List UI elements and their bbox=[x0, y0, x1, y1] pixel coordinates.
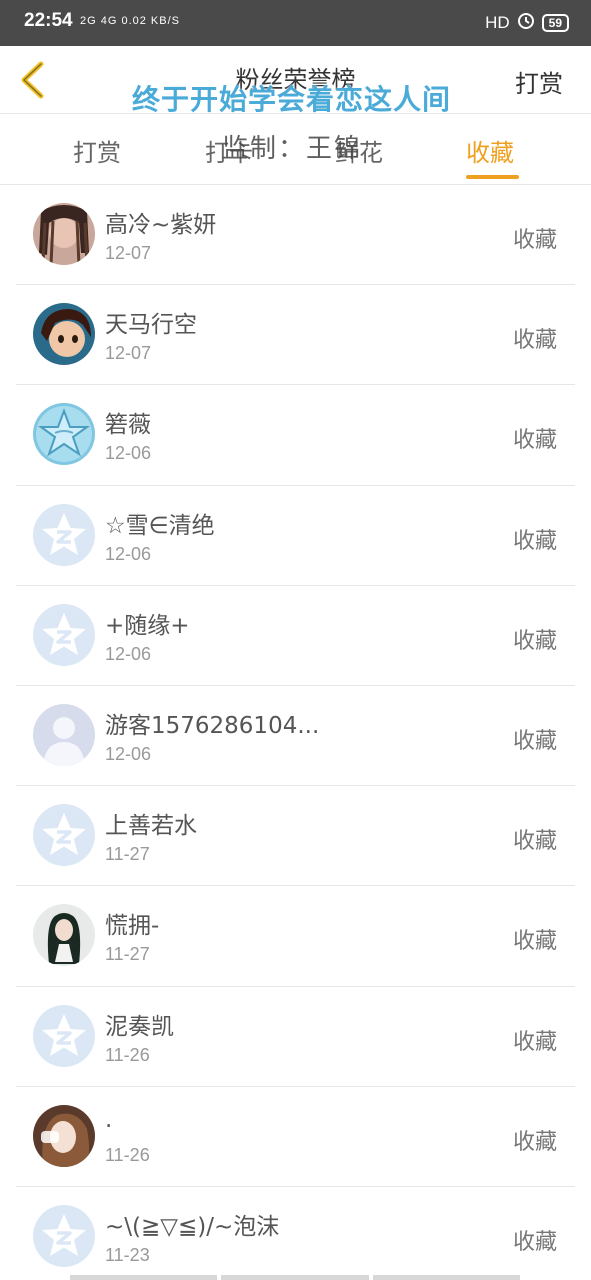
user-name: . bbox=[105, 1106, 113, 1133]
user-name: +随缘+ bbox=[105, 612, 190, 639]
scroll-indicator bbox=[70, 1275, 520, 1280]
favorite-label: 收藏 bbox=[512, 1129, 557, 1155]
user-name: 游客1576286104... bbox=[105, 712, 320, 739]
status-bar: 22:54 2G 4G 0.02 KB/S HD 59 bbox=[0, 0, 591, 46]
video-caption: 终于开始学会着恋这人间 bbox=[132, 83, 452, 116]
favorite-label: 收藏 bbox=[512, 428, 557, 454]
item-date: 11-27 bbox=[105, 944, 150, 965]
user-name: ~\(≧▽≦)/~泡沫 bbox=[105, 1213, 280, 1240]
avatar[interactable] bbox=[33, 1104, 95, 1167]
video-credit: 监制：王锦 bbox=[222, 134, 363, 164]
avatar[interactable] bbox=[33, 1004, 95, 1067]
user-name: 慌拥- bbox=[105, 913, 160, 940]
list-item[interactable]: 上善若水 11-27 收藏 bbox=[0, 786, 591, 887]
list-item[interactable]: 高冷~紫妍 12-07 收藏 bbox=[0, 185, 591, 286]
list-item[interactable]: 箬薇 12-06 收藏 bbox=[0, 385, 591, 486]
list-item[interactable]: +随缘+ 12-06 收藏 bbox=[0, 586, 591, 686]
user-name: ☆雪∈清绝 bbox=[105, 512, 215, 539]
favorite-label: 收藏 bbox=[512, 628, 557, 654]
user-name: 箬薇 bbox=[105, 412, 151, 439]
favorite-label: 收藏 bbox=[512, 728, 557, 754]
item-date: 12-06 bbox=[105, 543, 152, 564]
avatar[interactable] bbox=[33, 904, 95, 967]
status-right: HD 59 bbox=[485, 10, 569, 35]
favorite-label: 收藏 bbox=[512, 1229, 557, 1255]
avatar[interactable] bbox=[33, 503, 95, 566]
hd-indicator: HD bbox=[485, 12, 510, 32]
tab-favorites[interactable]: 收藏 bbox=[466, 133, 514, 168]
item-date: 12-06 bbox=[105, 443, 152, 464]
avatar[interactable] bbox=[33, 603, 95, 666]
list-item[interactable]: ~\(≧▽≦)/~泡沫 11-23 收藏 bbox=[0, 1187, 591, 1280]
signal-indicator: 2G 4G 0.02 KB/S bbox=[80, 15, 180, 27]
favorite-label: 收藏 bbox=[512, 829, 557, 855]
list-item[interactable]: 游客1576286104... 12-06 收藏 bbox=[0, 686, 591, 787]
item-date: 12-06 bbox=[105, 643, 152, 664]
fan-list: 高冷~紫妍 12-07 收藏 天马行空 12-07 收藏 箬薇 12-06 收藏 ☆雪∈清绝 12-… bbox=[0, 185, 591, 1280]
list-item[interactable]: 天马行空 12-07 收藏 bbox=[0, 285, 591, 386]
item-date: 12-07 bbox=[105, 343, 152, 364]
user-name: 天马行空 bbox=[105, 312, 197, 339]
tab-reward[interactable]: 打赏 bbox=[73, 133, 121, 168]
avatar[interactable] bbox=[33, 1204, 95, 1267]
item-date: 11-23 bbox=[105, 1244, 150, 1265]
user-name: 上善若水 bbox=[105, 813, 197, 840]
active-tab-indicator bbox=[466, 175, 519, 179]
list-item[interactable]: 泥奏凯 11-26 收藏 bbox=[0, 987, 591, 1087]
favorite-label: 收藏 bbox=[512, 228, 557, 253]
avatar[interactable] bbox=[33, 703, 95, 766]
reward-button[interactable]: 打赏 bbox=[515, 64, 563, 99]
status-time: 22:54 bbox=[24, 10, 73, 31]
avatar[interactable] bbox=[33, 203, 95, 265]
favorite-label: 收藏 bbox=[512, 929, 557, 955]
avatar[interactable] bbox=[33, 403, 95, 466]
avatar[interactable] bbox=[33, 804, 95, 867]
user-name: 泥奏凯 bbox=[105, 1013, 174, 1040]
list-item[interactable]: 慌拥- 11-27 收藏 bbox=[0, 886, 591, 987]
battery-icon: 59 bbox=[541, 13, 569, 32]
favorite-label: 收藏 bbox=[512, 328, 557, 354]
item-date: 11-26 bbox=[105, 1044, 150, 1065]
favorite-label: 收藏 bbox=[512, 1029, 557, 1055]
item-date: 12-07 bbox=[105, 243, 152, 263]
user-name: 高冷~紫妍 bbox=[105, 212, 217, 238]
item-date: 11-27 bbox=[105, 844, 150, 865]
list-item[interactable]: ☆雪∈清绝 12-06 收藏 bbox=[0, 486, 591, 586]
item-date: 11-26 bbox=[105, 1144, 150, 1165]
list-item[interactable]: . 11-26 收藏 bbox=[0, 1087, 591, 1187]
favorite-label: 收藏 bbox=[512, 528, 557, 554]
avatar[interactable] bbox=[33, 303, 95, 366]
item-date: 12-06 bbox=[105, 743, 152, 764]
alarm-icon bbox=[516, 10, 536, 35]
